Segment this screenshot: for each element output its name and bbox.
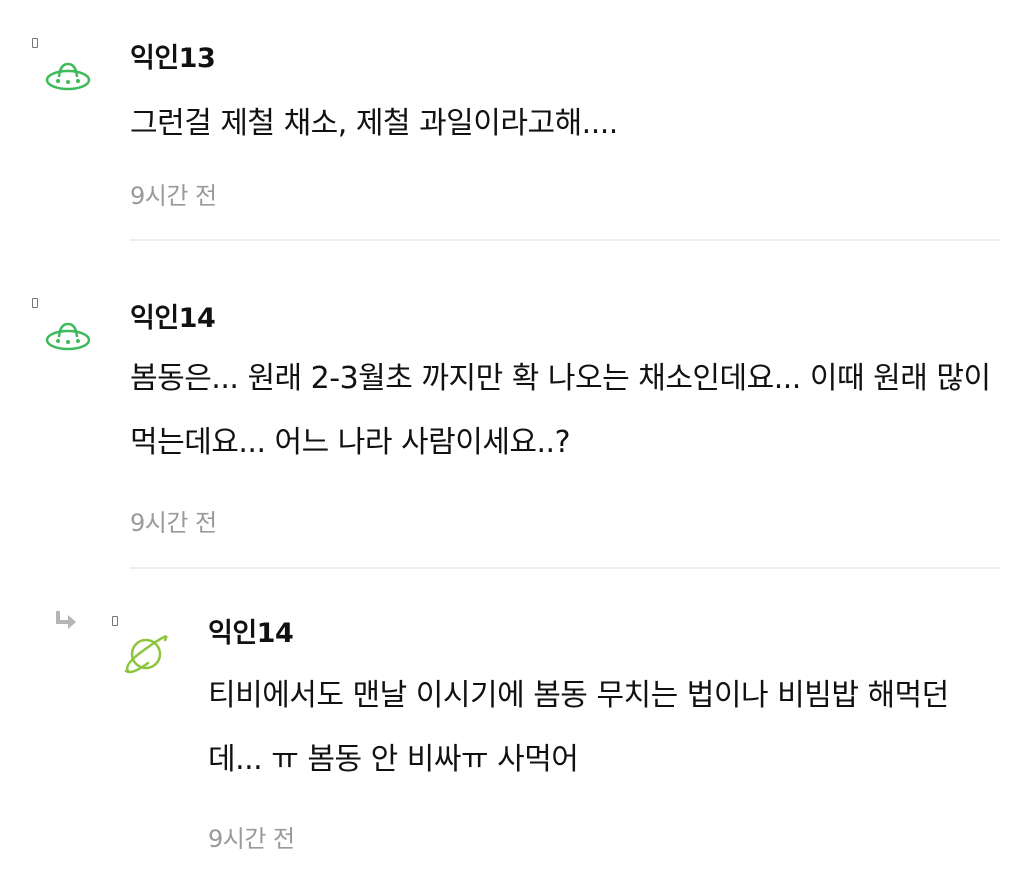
comment-text: 봄동은... 원래 2-3월초 까지만 확 나오는 채소인데요... 이때 원래… [130,361,991,460]
reply-arrow-icon [56,611,76,629]
comment-author: 익인14 [208,618,294,649]
comment-item: 익인13 그런걸 제철 채소, 제철 과일이라고해.... 9시간 전 [0,0,1024,240]
ufo-icon [45,62,91,91]
comment-time: 9시간 전 [208,825,295,853]
ufo-icon [45,322,91,351]
planet-icon [124,635,168,674]
comment-text: 그런걸 제철 채소, 제철 과일이라고해.... [130,106,618,141]
comment-item: 익인14 봄동은... 원래 2-3월초 까지만 확 나오는 채소인데요... … [0,241,1024,568]
comment-marker-icon [32,298,38,308]
comment-author: 익인14 [130,303,216,334]
comment-time: 9시간 전 [130,182,217,210]
comment-marker-icon [32,38,38,48]
comment-time: 9시간 전 [130,509,217,537]
comment-text: 티비에서도 맨날 이시기에 봄동 무치는 법이나 비빔밥 해먹던데... ㅠ 봄… [208,678,949,777]
comment-marker-icon [112,616,118,626]
comment-reply-item: 익인14 티비에서도 맨날 이시기에 봄동 무치는 법이나 비빔밥 해먹던데..… [0,569,1024,878]
comment-author: 익인13 [130,43,216,74]
